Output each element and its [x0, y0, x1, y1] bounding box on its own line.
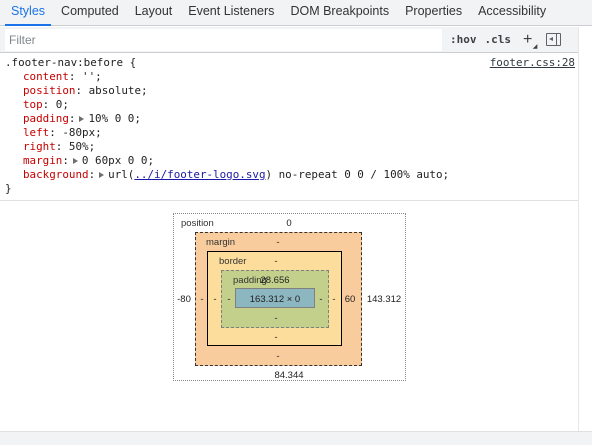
property-name[interactable]: background: [23, 168, 89, 181]
tab-computed[interactable]: Computed: [55, 0, 125, 25]
property-value[interactable]: 50%;: [69, 140, 95, 153]
position-bottom-value[interactable]: 84.344: [268, 370, 310, 381]
margin-top-value[interactable]: -: [270, 237, 286, 248]
box-model: position margin border padding 0 -80 143…: [0, 202, 578, 430]
plus-icon: +: [523, 30, 533, 48]
expand-triangle-icon[interactable]: [99, 172, 105, 178]
new-style-rule-button[interactable]: + ◢: [523, 30, 537, 50]
border-right-value[interactable]: -: [329, 294, 339, 305]
property-name[interactable]: margin: [23, 154, 62, 167]
rule-close-brace: }: [5, 182, 12, 195]
property-value[interactable]: -80px;: [62, 126, 101, 139]
tab-styles[interactable]: Styles: [5, 0, 52, 26]
position-top-value[interactable]: 0: [280, 218, 298, 229]
property-value-suffix: ) no-repeat 0 0 / 100% auto;: [265, 168, 450, 181]
styles-toolbar: :hov .cls +◢: [0, 27, 578, 53]
filter-input[interactable]: [5, 28, 442, 51]
property-left[interactable]: left: -80px;: [0, 126, 578, 140]
content-size-value[interactable]: 163.312 × 0: [236, 294, 314, 305]
position-right-value[interactable]: 143.312: [363, 294, 405, 305]
border-top-value[interactable]: -: [268, 256, 284, 267]
tab-dom-breakpoints[interactable]: DOM Breakpoints: [284, 0, 395, 25]
property-name[interactable]: padding: [23, 112, 69, 125]
property-name[interactable]: right: [23, 140, 56, 153]
property-background[interactable]: background: url(../i/footer-logo.svg) no-…: [0, 168, 578, 182]
margin-left-value[interactable]: -: [197, 294, 207, 305]
property-right[interactable]: right: 50%;: [0, 140, 578, 154]
vertical-scrollbar[interactable]: [578, 27, 592, 431]
tab-accessibility[interactable]: Accessibility: [472, 0, 552, 25]
padding-right-value[interactable]: -: [316, 294, 326, 305]
padding-top-value[interactable]: 28.656: [255, 275, 295, 286]
panel-tabbar: Styles Computed Layout Event Listeners D…: [0, 0, 592, 26]
property-value-prefix: url(: [108, 168, 135, 181]
property-margin[interactable]: margin: 0 60px 0 0;: [0, 154, 578, 168]
property-name[interactable]: position: [23, 84, 75, 97]
property-name[interactable]: content: [23, 70, 69, 83]
horizontal-scrollbar[interactable]: [0, 431, 592, 445]
hover-state-button[interactable]: :hov: [450, 33, 477, 46]
position-left-value[interactable]: -80: [174, 294, 194, 305]
position-label: position: [181, 218, 214, 229]
property-value[interactable]: 10% 0 0;: [88, 112, 140, 125]
property-name[interactable]: top: [23, 98, 43, 111]
property-value[interactable]: absolute;: [89, 84, 148, 97]
property-content[interactable]: content: '';: [0, 70, 578, 84]
border-left-value[interactable]: -: [210, 294, 220, 305]
border-bottom-value[interactable]: -: [268, 332, 284, 343]
property-value[interactable]: '';: [82, 70, 102, 83]
source-link[interactable]: footer.css:28: [490, 56, 575, 70]
margin-bottom-value[interactable]: -: [270, 351, 286, 362]
tab-event-listeners[interactable]: Event Listeners: [182, 0, 280, 25]
style-rule: .footer-nav:before { footer.css:28 conte…: [0, 54, 578, 201]
expand-triangle-icon[interactable]: [72, 158, 78, 164]
padding-bottom-value[interactable]: -: [268, 313, 284, 324]
class-toggle-button[interactable]: .cls: [485, 33, 512, 46]
property-position[interactable]: position: absolute;: [0, 84, 578, 98]
property-top[interactable]: top: 0;: [0, 98, 578, 112]
tab-properties[interactable]: Properties: [399, 0, 468, 25]
expand-triangle-icon[interactable]: [79, 116, 85, 122]
property-value[interactable]: 0;: [56, 98, 69, 111]
background-url-link[interactable]: ../i/footer-logo.svg: [134, 168, 265, 181]
menu-triangle-icon: ◢: [532, 43, 538, 50]
margin-label: margin: [206, 237, 236, 248]
toggle-sidebar-icon[interactable]: [546, 33, 562, 46]
border-label: border: [219, 256, 247, 267]
property-value[interactable]: 0 60px 0 0;: [82, 154, 154, 167]
property-padding[interactable]: padding: 10% 0 0;: [0, 112, 578, 126]
property-name[interactable]: left: [23, 126, 49, 139]
tab-layout[interactable]: Layout: [129, 0, 179, 25]
margin-right-value[interactable]: 60: [342, 294, 358, 305]
padding-left-value[interactable]: -: [224, 294, 234, 305]
